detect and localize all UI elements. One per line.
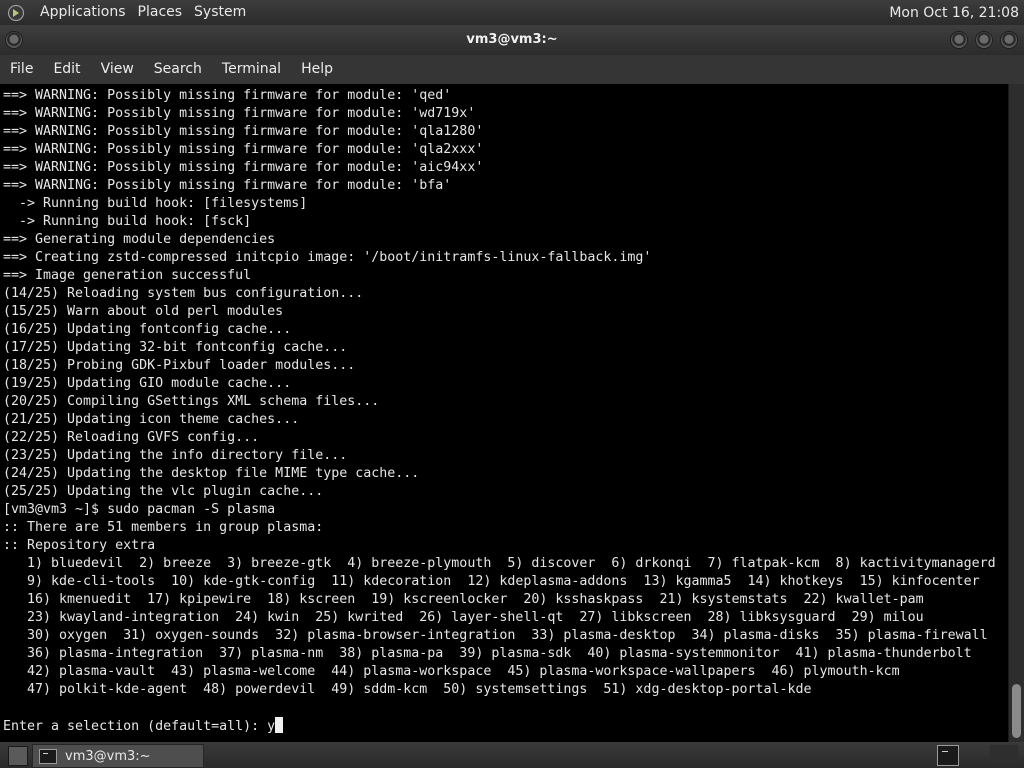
- terminal-area[interactable]: ==> WARNING: Possibly missing firmware f…: [0, 84, 1008, 742]
- terminal-line: ==> WARNING: Possibly missing firmware f…: [3, 160, 484, 175]
- menu-view[interactable]: View: [91, 55, 144, 84]
- terminal-line: 47) polkit-kde-agent 48) powerdevil 49) …: [3, 682, 812, 697]
- scrollbar-thumb[interactable]: [1012, 684, 1021, 738]
- menubar: File Edit View Search Terminal Help: [0, 55, 1024, 84]
- terminal-line: (21/25) Updating icon theme caches...: [3, 412, 300, 427]
- terminal-line: (15/25) Warn about old perl modules: [3, 304, 284, 319]
- terminal-line: 9) kde-cli-tools 10) kde-gtk-config 11) …: [3, 574, 980, 589]
- terminal-line: -> Running build hook: [filesystems]: [3, 196, 308, 211]
- terminal-line: (20/25) Compiling GSettings XML schema f…: [3, 394, 380, 409]
- prompt-text: Enter a selection (default=all): y: [3, 719, 276, 734]
- terminal-line: ==> WARNING: Possibly missing firmware f…: [3, 178, 452, 193]
- terminal-line: (16/25) Updating fontconfig cache...: [3, 322, 292, 337]
- terminal-line: 30) oxygen 31) oxygen-sounds 32) plasma-…: [3, 628, 988, 643]
- terminal-line: (18/25) Probing GDK-Pixbuf loader module…: [3, 358, 356, 373]
- taskbar-item-label: vm3@vm3:~: [65, 748, 151, 764]
- terminal-line: ==> WARNING: Possibly missing firmware f…: [3, 142, 484, 157]
- terminal-line: ==> WARNING: Possibly missing firmware f…: [3, 88, 452, 103]
- terminal-prompt-line[interactable]: Enter a selection (default=all): y: [3, 717, 996, 735]
- tray-icon[interactable]: [990, 745, 1018, 764]
- terminal-line: ==> Image generation successful: [3, 268, 252, 283]
- terminal-line: ==> WARNING: Possibly missing firmware f…: [3, 124, 484, 139]
- text-cursor: [275, 717, 284, 733]
- bottom-panel: vm3@vm3:~: [0, 742, 1024, 768]
- scrollbar[interactable]: [1008, 84, 1024, 742]
- terminal-line: -> Running build hook: [fsck]: [3, 214, 252, 229]
- terminal-line: 36) plasma-integration 37) plasma-nm 38)…: [3, 646, 972, 661]
- clock[interactable]: Mon Oct 16, 21:08: [889, 5, 1019, 21]
- minimize-button[interactable]: [950, 31, 968, 49]
- terminal-line: 42) plasma-vault 43) plasma-welcome 44) …: [3, 664, 900, 679]
- close-button[interactable]: [1000, 31, 1018, 49]
- terminal-line: ==> Creating zstd-compressed initcpio im…: [3, 250, 652, 265]
- terminal-line: 1) bluedevil 2) breeze 3) breeze-gtk 4) …: [3, 556, 996, 571]
- show-desktop-button[interactable]: [8, 746, 28, 766]
- terminal-icon: [39, 748, 57, 764]
- applications-menu[interactable]: Applications: [34, 0, 132, 25]
- terminal-line: (17/25) Updating 32-bit fontconfig cache…: [3, 340, 348, 355]
- terminal-output: ==> WARNING: Possibly missing firmware f…: [3, 87, 996, 735]
- maximize-button[interactable]: [975, 31, 993, 49]
- terminal-line: (14/25) Reloading system bus configurati…: [3, 286, 364, 301]
- terminal-line: 23) kwayland-integration 24) kwin 25) kw…: [3, 610, 924, 625]
- taskbar-item-terminal[interactable]: vm3@vm3:~: [32, 744, 204, 768]
- system-menu[interactable]: System: [188, 0, 252, 25]
- terminal-line: (24/25) Updating the desktop file MIME t…: [3, 466, 420, 481]
- window-titlebar[interactable]: vm3@vm3:~: [0, 25, 1024, 55]
- menu-help[interactable]: Help: [291, 55, 343, 84]
- gnome-foot-icon[interactable]: [6, 3, 26, 23]
- top-panel: Applications Places System Mon Oct 16, 2…: [0, 0, 1024, 25]
- window-title: vm3@vm3:~: [466, 32, 558, 47]
- terminal-line: ==> WARNING: Possibly missing firmware f…: [3, 106, 476, 121]
- menu-edit[interactable]: Edit: [43, 55, 90, 84]
- places-menu[interactable]: Places: [132, 0, 189, 25]
- menu-search[interactable]: Search: [144, 55, 212, 84]
- terminal-line: (23/25) Updating the info directory file…: [3, 448, 348, 463]
- terminal-line: [vm3@vm3 ~]$ sudo pacman -S plasma: [3, 502, 276, 517]
- menu-file[interactable]: File: [0, 55, 43, 84]
- terminal-line: (25/25) Updating the vlc plugin cache...: [3, 484, 324, 499]
- workspace-switcher[interactable]: [937, 745, 959, 766]
- terminal-line: :: Repository extra: [3, 538, 156, 553]
- terminal-line: ==> Generating module dependencies: [3, 232, 276, 247]
- terminal-line: (19/25) Updating GIO module cache...: [3, 376, 292, 391]
- terminal-line: 16) kmenuedit 17) kpipewire 18) kscreen …: [3, 592, 924, 607]
- terminal-line: :: There are 51 members in group plasma:: [3, 520, 324, 535]
- terminal-line: (22/25) Reloading GVFS config...: [3, 430, 260, 445]
- menu-terminal[interactable]: Terminal: [212, 55, 291, 84]
